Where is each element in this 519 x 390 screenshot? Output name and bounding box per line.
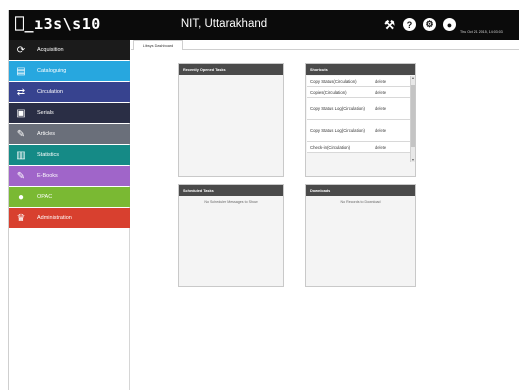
circulation-icon: ⇄ [16, 86, 26, 98]
scroll-down-arrow-icon[interactable]: ▼ [411, 158, 415, 162]
ebooks-icon: ✎ [16, 170, 26, 182]
sidebar-item-label: E-Books [37, 173, 58, 179]
panel-title: Scheduled Tasks [179, 185, 283, 196]
shortcut-row[interactable]: Copy Status(Circulation) delete [307, 76, 410, 87]
module-sidebar: ⟳ Acquisition ▤ Cataloguing ⇄ Circulatio… [9, 40, 130, 390]
delete-link[interactable]: delete [375, 106, 405, 111]
sidebar-item-circulation[interactable]: ⇄ Circulation [9, 82, 130, 102]
shortcut-name[interactable]: Copy Status(Circulation) [307, 78, 375, 85]
sidebar-item-acquisition[interactable]: ⟳ Acquisition [9, 40, 130, 60]
catalog-icon: ▤ [16, 65, 26, 77]
statistics-icon: ▥ [16, 149, 26, 161]
shortcut-row[interactable]: Copy Status Log(Circulation) delete [307, 120, 410, 142]
shortcut-name[interactable]: Copies(Circulation) [307, 89, 375, 96]
sidebar-item-statistics[interactable]: ▥ Statistics [9, 145, 130, 165]
scroll-up-arrow-icon[interactable]: ▲ [411, 76, 415, 80]
serials-icon: ▣ [16, 107, 26, 119]
acquisition-icon: ⟳ [16, 44, 26, 56]
shortcuts-panel: Shortcuts Copy Status(Circulation) delet… [305, 63, 416, 177]
user-icon[interactable]: ● [443, 18, 456, 31]
delete-link[interactable]: delete [375, 145, 405, 150]
shortcut-row[interactable]: Copy Status Log(Circulation) delete [307, 98, 410, 120]
sidebar-item-articles[interactable]: ✎ Articles [9, 124, 130, 144]
scheduled-tasks-panel: Scheduled Tasks No Scheduler Messages to… [178, 184, 284, 287]
recent-tasks-panel: Recently Opened Tasks [178, 63, 284, 177]
sidebar-item-label: Serials [37, 110, 54, 116]
shortcut-scrollbar[interactable]: ▲ ▼ [410, 76, 415, 162]
shortcut-row[interactable]: Copies(Circulation) delete [307, 87, 410, 98]
sidebar-item-label: Administration [37, 215, 72, 221]
tab-libsys-dashboard[interactable]: Libsys Dashboard [133, 40, 183, 50]
delete-link[interactable]: delete [375, 128, 405, 133]
downloads-panel: Downloads No Records to Download [305, 184, 416, 287]
shortcut-name[interactable]: Copy Status Log(Circulation) [307, 105, 375, 112]
panel-title: Recently Opened Tasks [179, 64, 283, 75]
settings-icon[interactable]: ⚙ [423, 18, 436, 31]
tools-icon[interactable]: ⚒ [383, 18, 396, 32]
shortcut-row[interactable]: Check-in(Circulation) delete [307, 142, 410, 153]
admin-crown-icon: ♛ [16, 212, 26, 224]
sidebar-item-cataloguing[interactable]: ▤ Cataloguing [9, 61, 130, 81]
delete-link[interactable]: delete [375, 79, 405, 84]
organization-title: NIT, Uttarakhand [180, 18, 268, 30]
sidebar-item-label: Acquisition [37, 47, 64, 53]
articles-icon: ✎ [16, 128, 26, 140]
sidebar-item-label: Cataloguing [37, 68, 67, 74]
sidebar-item-ebooks[interactable]: ✎ E-Books [9, 166, 130, 186]
panel-title: Shortcuts [306, 64, 415, 75]
panel-title: Downloads [306, 185, 415, 196]
sidebar-item-label: Circulation [37, 89, 63, 95]
opac-icon: ● [17, 191, 25, 203]
delete-link[interactable]: delete [375, 90, 405, 95]
shortcut-name[interactable]: Check-in(Circulation) [307, 144, 375, 151]
empty-message: No Scheduler Messages to Show [204, 200, 258, 204]
shortcut-list: Copy Status(Circulation) delete Copies(C… [307, 76, 410, 153]
empty-message: No Records to Download [340, 200, 381, 204]
scrollbar-thumb[interactable] [411, 85, 415, 147]
sidebar-item-label: Articles [37, 131, 56, 137]
sidebar-item-administration[interactable]: ♛ Administration [9, 208, 130, 228]
current-datetime: Thu Oct 21 2015, 14:03:03 [460, 30, 503, 34]
shortcut-name[interactable]: Copy Status Log(Circulation) [307, 127, 375, 134]
header-icon-group: ⚒ ? ⚙ ● [383, 18, 456, 32]
sidebar-item-label: Statistics [37, 152, 60, 158]
sidebar-item-opac[interactable]: ● OPAC [9, 187, 130, 207]
tab-strip: Libsys Dashboard [131, 40, 519, 50]
help-icon[interactable]: ? [403, 18, 416, 31]
top-header-bar: ⎕_ıЗѕ\ѕ10 NIT, Uttarakhand ⚒ ? ⚙ ● Thu O… [9, 10, 519, 40]
sidebar-item-serials[interactable]: ▣ Serials [9, 103, 130, 123]
sidebar-item-label: OPAC [37, 194, 53, 200]
libsys-app-window: ⎕_ıЗѕ\ѕ10 NIT, Uttarakhand ⚒ ? ⚙ ● Thu O… [8, 10, 519, 390]
